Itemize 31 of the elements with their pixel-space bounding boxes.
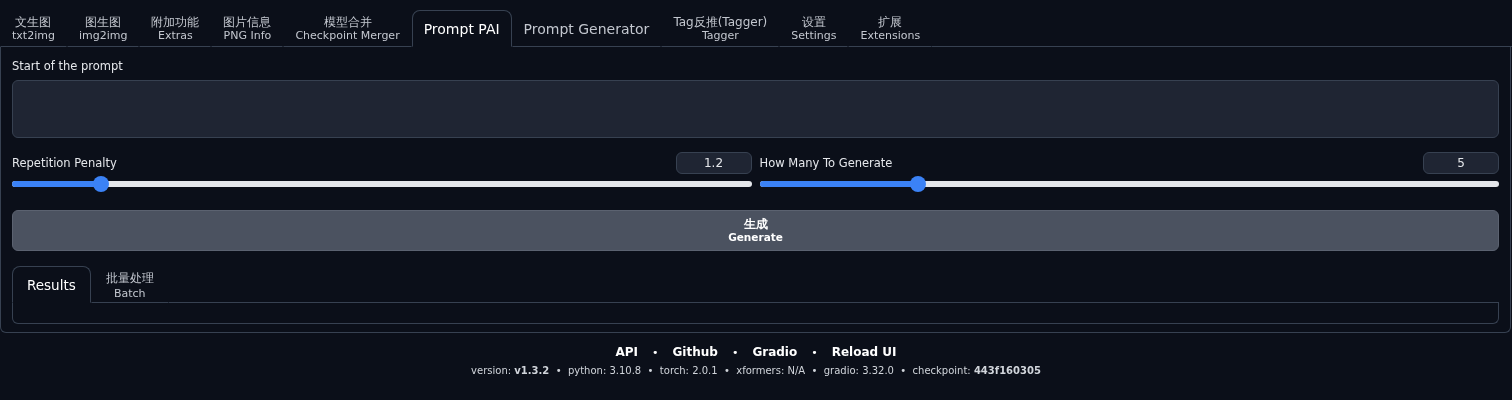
tab[interactable]: 设置 Settings [779, 10, 849, 47]
slider[interactable] [759, 176, 1499, 192]
generate-button[interactable]: 生成 Generate [12, 210, 1499, 251]
footer-link[interactable]: Gradio [752, 345, 798, 359]
tab[interactable]: Prompt Generator [511, 10, 662, 47]
separator-dot: • [652, 345, 659, 359]
slider-label: How Many To Generate [759, 156, 893, 170]
slider[interactable] [12, 176, 752, 192]
separator-dot: • [811, 345, 818, 359]
slider-thumb[interactable] [92, 176, 109, 192]
number-input-field[interactable]: 5 [1423, 152, 1499, 174]
slider-thumb[interactable] [910, 176, 927, 192]
slider-label: Repetition Penalty [12, 156, 117, 170]
version-info: version: v1.3.2 • python: 3.10.8 • torch: 2.0.1 • xformers: N/A • gradio: 3.32.0 • checkpoint: 443f160305 [471, 365, 1041, 376]
field-label: Start of the prompt [12, 59, 124, 73]
tab[interactable]: 批量处理 Batch [90, 266, 169, 303]
separator-dot: • [731, 345, 739, 359]
tab[interactable]: Tag反推(Tagger) Tagger [661, 10, 780, 47]
tab[interactable]: 扩展 Extensions [848, 10, 933, 47]
tab[interactable]: 附加功能 Extras [139, 10, 212, 47]
tab[interactable]: 文生图 txt2img [0, 10, 67, 47]
tab[interactable]: Prompt PAI [411, 10, 512, 47]
number-input-field[interactable]: 1.2 [675, 152, 752, 174]
prompt-input-field[interactable] [12, 80, 1499, 138]
tab[interactable]: Results [12, 266, 91, 303]
tab[interactable]: 图生图 img2img [66, 10, 140, 47]
tab[interactable]: 模型合并 Checkpoint Merger [283, 10, 412, 47]
tab[interactable]: 图片信息 PNG Info [211, 10, 284, 47]
footer-link[interactable]: Github [672, 345, 718, 359]
footer-link[interactable]: API [615, 345, 638, 359]
footer-link[interactable]: Reload UI [831, 345, 897, 359]
